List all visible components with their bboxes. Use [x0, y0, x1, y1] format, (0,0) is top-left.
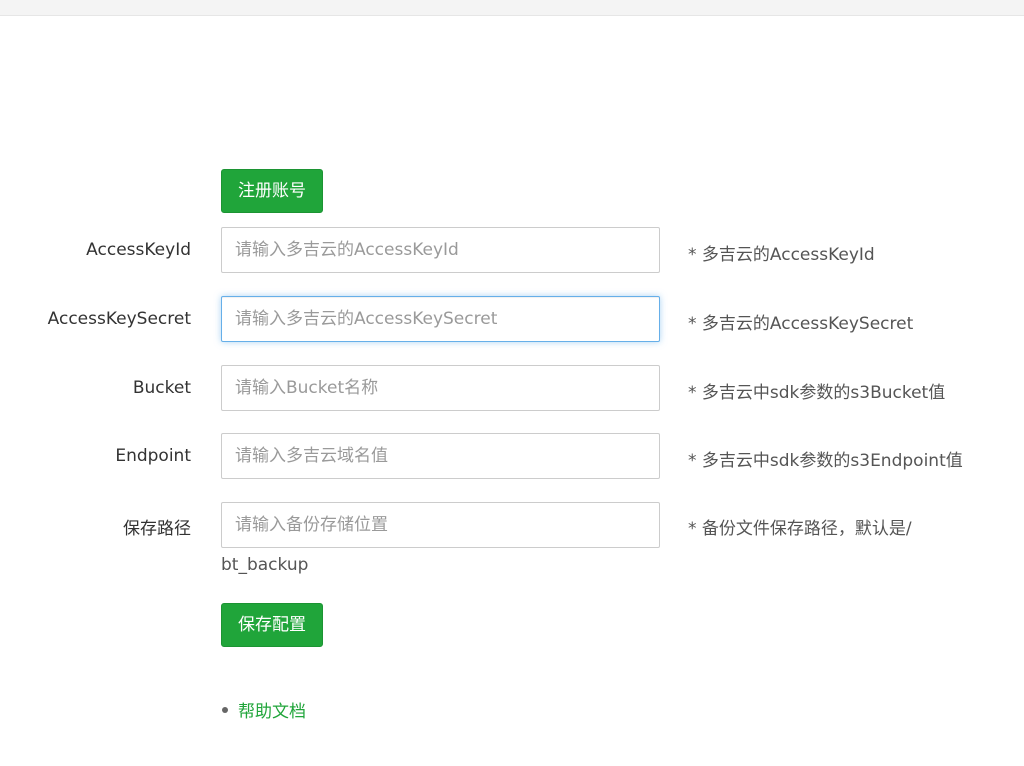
access-key-secret-label: AccessKeySecret — [47, 309, 191, 329]
endpoint-input[interactable] — [221, 433, 660, 479]
access-key-secret-hint: * 多吉云的AccessKeySecret — [688, 314, 914, 334]
access-key-id-input[interactable] — [221, 227, 660, 273]
backup-path-label: 保存路径 — [123, 519, 191, 539]
endpoint-label: Endpoint — [115, 446, 191, 466]
bullet-icon — [222, 706, 228, 713]
register-account-button[interactable]: 注册账号 — [221, 169, 323, 213]
access-key-id-label: AccessKeyId — [86, 240, 191, 260]
bucket-input[interactable] — [221, 365, 660, 411]
save-config-button[interactable]: 保存配置 — [221, 603, 323, 647]
help-item: 帮助文档 — [222, 697, 306, 722]
backup-path-input[interactable] — [221, 502, 660, 548]
bucket-label: Bucket — [132, 378, 191, 398]
backup-path-default-text: bt_backup — [221, 555, 309, 575]
backup-path-hint: * 备份文件保存路径，默认是/ — [688, 519, 912, 539]
help-docs-link[interactable]: 帮助文档 — [238, 697, 306, 722]
bucket-hint: * 多吉云中sdk参数的s3Bucket值 — [688, 383, 946, 403]
top-bar — [0, 0, 1024, 16]
endpoint-hint: * 多吉云中sdk参数的s3Endpoint值 — [688, 451, 963, 471]
access-key-id-hint: * 多吉云的AccessKeyId — [688, 245, 875, 265]
access-key-secret-input[interactable] — [221, 296, 660, 342]
